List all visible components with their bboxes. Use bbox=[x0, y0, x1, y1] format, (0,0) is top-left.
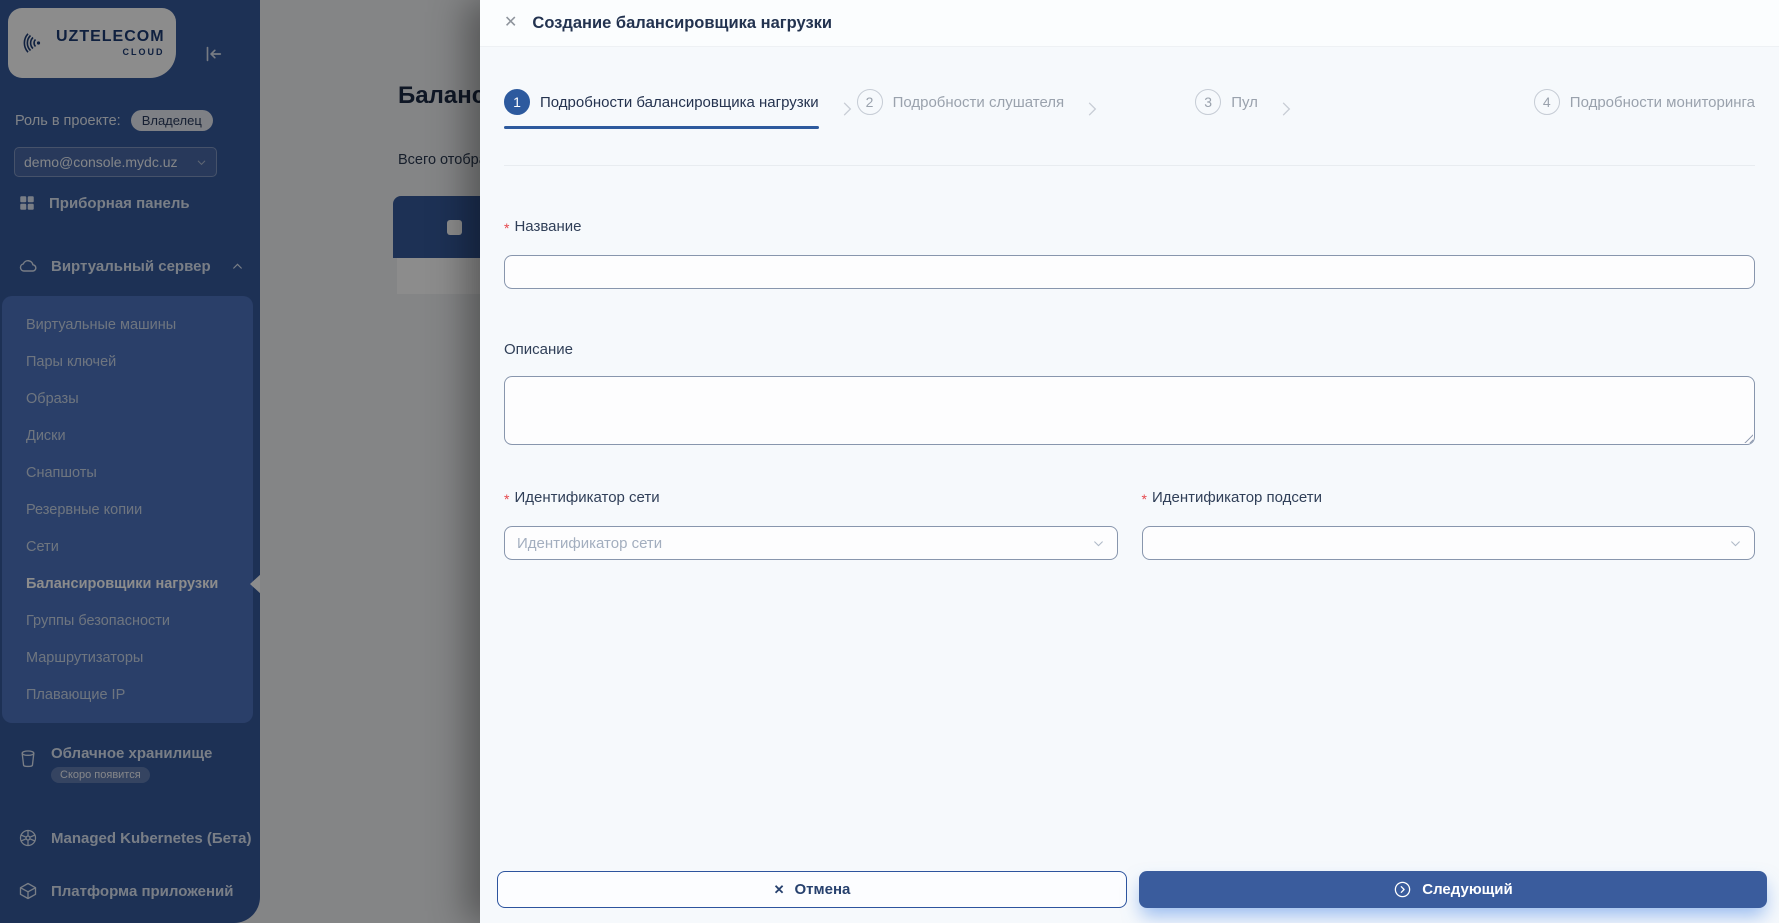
create-load-balancer-drawer: ✕ Создание балансировщика нагрузки 1 Под… bbox=[480, 0, 1779, 923]
description-textarea[interactable] bbox=[504, 376, 1755, 445]
required-asterisk: * bbox=[504, 219, 510, 236]
name-label: * Название bbox=[504, 218, 582, 236]
drawer-header: ✕ Создание балансировщика нагрузки bbox=[480, 0, 1779, 47]
step-listener-details[interactable]: 2 Подробности слушателя bbox=[856, 89, 1196, 129]
required-asterisk: * bbox=[1141, 490, 1147, 507]
required-asterisk: * bbox=[504, 490, 510, 507]
close-icon[interactable]: ✕ bbox=[504, 15, 517, 31]
load-balancer-form: * Название Описание * Идентификатор сети… bbox=[480, 166, 1779, 560]
cancel-button[interactable]: ✕ Отмена bbox=[497, 871, 1127, 908]
step-number: 3 bbox=[1195, 89, 1222, 115]
arrow-right-circle-icon bbox=[1393, 880, 1412, 899]
chevron-right-icon bbox=[837, 99, 857, 119]
subnet-id-label: * Идентификатор подсети bbox=[1141, 489, 1323, 507]
network-id-select[interactable]: Идентификатор сети bbox=[504, 526, 1118, 560]
step-number: 2 bbox=[856, 89, 883, 115]
drawer-title: Создание балансировщика нагрузки bbox=[532, 13, 833, 32]
step-monitoring-details[interactable]: 4 Подробности мониторинга bbox=[1533, 89, 1756, 129]
next-button[interactable]: Следующий bbox=[1139, 871, 1767, 908]
description-label: Описание bbox=[504, 341, 574, 358]
select-placeholder: Идентификатор сети bbox=[517, 534, 663, 552]
chevron-right-icon bbox=[1276, 99, 1296, 119]
chevron-right-icon bbox=[1082, 99, 1102, 119]
step-pool[interactable]: 3 Пул bbox=[1195, 89, 1534, 129]
network-id-label: * Идентификатор сети bbox=[504, 489, 660, 507]
drawer-footer: ✕ Отмена Следующий bbox=[480, 871, 1779, 923]
wizard-steps: 1 Подробности балансировщика нагрузки 2 … bbox=[480, 47, 1779, 129]
name-input[interactable] bbox=[504, 255, 1755, 289]
step-number: 4 bbox=[1533, 89, 1560, 115]
close-icon: ✕ bbox=[773, 881, 785, 897]
step-label: Пул bbox=[1231, 93, 1258, 111]
step-load-balancer-details[interactable]: 1 Подробности балансировщика нагрузки bbox=[504, 89, 857, 129]
step-label: Подробности мониторинга bbox=[1569, 93, 1756, 111]
subnet-id-select[interactable] bbox=[1141, 526, 1755, 560]
chevron-down-icon bbox=[1092, 537, 1105, 550]
step-number: 1 bbox=[504, 89, 530, 115]
chevron-down-icon bbox=[1729, 537, 1742, 550]
step-label: Подробности балансировщика нагрузки bbox=[540, 93, 819, 111]
step-label: Подробности слушателя bbox=[892, 93, 1065, 111]
